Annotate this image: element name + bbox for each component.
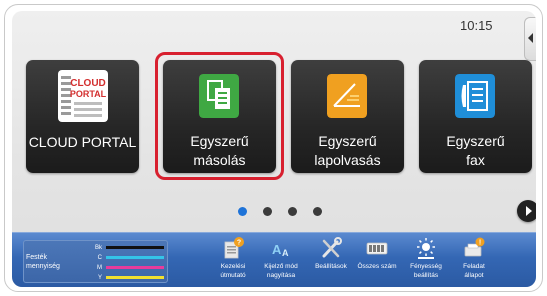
play-arrow-icon — [526, 206, 532, 216]
next-page-button[interactable] — [517, 200, 536, 222]
function-label-line1: Feladat — [463, 263, 485, 270]
display-zoom-button[interactable]: A A Kijelző mód nagyítása — [259, 236, 303, 287]
function-label-line2: állapot — [464, 272, 484, 279]
tile-label-line1: Egyszerű — [446, 133, 505, 149]
page-dot-4[interactable] — [313, 207, 322, 216]
page-dot-3[interactable] — [288, 207, 297, 216]
toner-bar-black — [106, 246, 164, 249]
selection-highlight — [155, 52, 284, 180]
logo-text-cloud: CLOUD — [70, 78, 106, 89]
svg-text:A: A — [282, 248, 289, 258]
page-dot-1[interactable] — [238, 207, 247, 216]
tile-cloud-portal[interactable]: CLOUD PORTAL CLOUD PORTAL — [26, 60, 139, 173]
toner-title-line2: mennyiség — [26, 263, 60, 270]
page-dot-2[interactable] — [263, 207, 272, 216]
side-panel-tab[interactable] — [524, 17, 536, 61]
fax-icon — [455, 74, 495, 118]
counter-icon — [366, 242, 388, 255]
toner-code: C — [97, 255, 102, 261]
job-status-button[interactable]: ! Feladat állapot — [452, 236, 496, 287]
function-label: Kijelző mód nagyítása — [253, 262, 309, 280]
tile-easy-fax[interactable]: Egyszerű fax — [419, 60, 532, 173]
settings-tools-icon — [322, 237, 342, 258]
device-frame: 10:15 CLOUD PORTAL CLOUD PORTAL Egyszerű… — [4, 4, 543, 292]
bottom-function-bar: Festék mennyiség Bk C M Y ? Kezelési útm… — [12, 232, 536, 287]
function-label-line1: Összes szám — [357, 263, 397, 270]
toner-title-line1: Festék — [26, 254, 48, 261]
toner-title: Festék mennyiség — [26, 253, 60, 271]
function-label-line1: Fényesség — [410, 263, 442, 270]
logo-text-portal: PORTAL — [70, 89, 107, 99]
tile-label-line2: lapolvasás — [314, 152, 381, 168]
toner-level-panel[interactable]: Festék mennyiség Bk C M Y — [23, 240, 168, 283]
function-label-line2: útmutató — [220, 272, 246, 279]
home-screen: 10:15 CLOUD PORTAL CLOUD PORTAL Egyszerű… — [12, 11, 536, 287]
tile-label: CLOUD PORTAL — [28, 134, 137, 150]
settings-button[interactable]: Beállítások — [309, 236, 353, 287]
svg-text:A: A — [272, 242, 282, 257]
toner-bar-magenta — [106, 266, 164, 269]
toner-code: Y — [97, 275, 102, 281]
manual-icon: ? — [224, 237, 244, 259]
function-label: Feladat állapot — [446, 262, 502, 280]
function-label-line1: Kijelző mód — [264, 263, 298, 270]
svg-text:?: ? — [237, 240, 241, 247]
clock: 10:15 — [460, 18, 493, 33]
function-label-line1: Beállítások — [315, 263, 347, 270]
job-status-icon: ! — [464, 237, 485, 257]
toner-bar-cyan — [106, 256, 164, 259]
manual-button[interactable]: ? Kezelési útmutató — [211, 236, 255, 287]
function-label-line2: beállítás — [413, 272, 439, 279]
function-label: Összes szám — [349, 262, 405, 271]
svg-text:!: ! — [479, 240, 481, 247]
total-count-button[interactable]: Összes szám — [355, 236, 399, 287]
toner-code: Bk — [94, 245, 102, 251]
display-zoom-icon: A A — [272, 242, 289, 258]
function-label-line2: nagyítása — [266, 272, 296, 279]
cloud-portal-logo-icon: CLOUD PORTAL — [58, 70, 108, 122]
brightness-icon — [417, 238, 435, 259]
tile-label-line1: Egyszerű — [318, 133, 377, 149]
scan-icon — [327, 74, 367, 118]
tile-label-line2: fax — [466, 152, 485, 168]
toner-code: M — [97, 265, 102, 271]
toner-bar-yellow — [106, 276, 164, 279]
brightness-button[interactable]: Fényesség beállítás — [404, 236, 448, 287]
tile-easy-scan[interactable]: Egyszerű lapolvasás — [291, 60, 404, 173]
function-label-line1: Kezelési — [220, 263, 246, 270]
chevron-left-icon — [528, 33, 533, 43]
